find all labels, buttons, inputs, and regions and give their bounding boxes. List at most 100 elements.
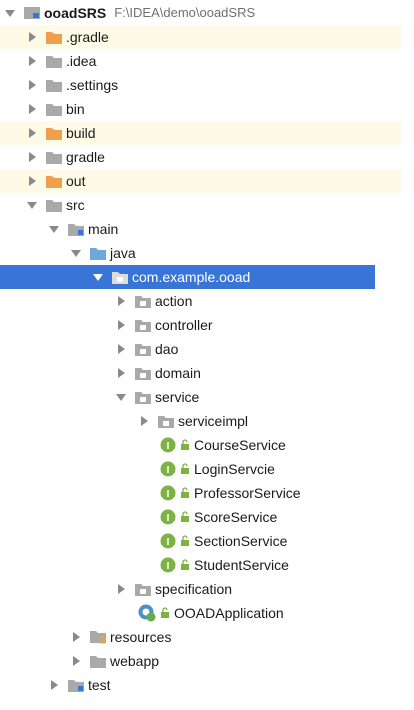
tree-item-label: LoginServcie: [194, 461, 275, 477]
lock-icon: [180, 559, 190, 571]
collapse-arrow-icon[interactable]: [26, 25, 38, 49]
tree-item-label: .idea: [66, 53, 97, 69]
tree-row-gradle-folder[interactable]: gradle: [0, 145, 105, 169]
lock-icon: [160, 607, 170, 619]
tree-item-label: ProfessorService: [194, 485, 301, 501]
tree-row-controller-pkg[interactable]: controller: [0, 313, 213, 337]
collapse-arrow-icon[interactable]: [26, 145, 38, 169]
tree-row-bin-dir[interactable]: bin: [0, 97, 85, 121]
tree-item-label: .gradle: [66, 29, 109, 45]
tree-item-label: serviceimpl: [178, 413, 249, 429]
tree-row-service-pkg[interactable]: service: [0, 385, 199, 409]
interface-icon: I: [160, 461, 176, 477]
tree-item-label: .settings: [66, 77, 119, 93]
tree-item-label: webapp: [110, 653, 160, 669]
expand-arrow-icon[interactable]: [92, 265, 104, 289]
svg-text:I: I: [167, 441, 170, 452]
collapse-arrow-icon[interactable]: [115, 337, 127, 361]
tree-row-idea-dir[interactable]: .idea: [0, 49, 96, 73]
tree-item-label: test: [88, 677, 111, 693]
collapse-arrow-icon[interactable]: [26, 73, 38, 97]
resources-folder-icon: [90, 630, 106, 644]
tree-item-label: service: [155, 389, 200, 405]
svg-text:I: I: [167, 513, 170, 524]
svg-text:I: I: [167, 561, 170, 572]
tree-row-interface[interactable]: I ProfessorService: [0, 481, 301, 505]
tree-row-domain-pkg[interactable]: domain: [0, 361, 201, 385]
package-icon: [112, 271, 128, 284]
expand-arrow-icon[interactable]: [26, 193, 38, 217]
tree-item-label: main: [88, 221, 119, 237]
package-icon: [135, 367, 151, 380]
expand-arrow-icon[interactable]: [70, 241, 82, 265]
svg-text:I: I: [167, 489, 170, 500]
tree-row-src-dir[interactable]: src: [0, 193, 85, 217]
folder-icon: [90, 655, 106, 668]
interface-icon: I: [160, 437, 176, 453]
collapse-arrow-icon[interactable]: [26, 49, 38, 73]
tree-row-interface[interactable]: I SectionService: [0, 529, 287, 553]
project-name: ooadSRS: [44, 5, 107, 21]
tree-row-test-dir[interactable]: test: [0, 673, 111, 697]
tree-row-gradle-dir[interactable]: .gradle: [0, 25, 401, 49]
interface-icon: I: [160, 485, 176, 501]
excluded-folder-icon: [46, 175, 62, 188]
tree-item-label: gradle: [66, 149, 105, 165]
package-icon: [135, 319, 151, 332]
collapse-arrow-icon[interactable]: [26, 97, 38, 121]
tree-row-main-dir[interactable]: main: [0, 217, 118, 241]
tree-row-interface[interactable]: I ScoreService: [0, 505, 277, 529]
svg-text:I: I: [167, 537, 170, 548]
tree-row-java-dir[interactable]: java: [0, 241, 136, 265]
tree-item-label: out: [66, 173, 86, 189]
tree-row-interface[interactable]: I StudentService: [0, 553, 289, 577]
svg-text:I: I: [167, 465, 170, 476]
tree-row-serviceimpl-pkg[interactable]: serviceimpl: [0, 409, 248, 433]
tree-row-app-class[interactable]: OOADApplication: [0, 601, 284, 625]
folder-icon: [46, 199, 62, 212]
source-folder-icon: [90, 247, 106, 260]
tree-row-specification-pkg[interactable]: specification: [0, 577, 232, 601]
collapse-arrow-icon[interactable]: [138, 409, 150, 433]
lock-icon: [180, 487, 190, 499]
collapse-arrow-icon[interactable]: [26, 169, 38, 193]
expand-arrow-icon[interactable]: [115, 385, 127, 409]
expand-arrow-icon[interactable]: [48, 217, 60, 241]
lock-icon: [180, 439, 190, 451]
collapse-arrow-icon[interactable]: [115, 361, 127, 385]
tree-item-label: build: [66, 125, 96, 141]
tree-row-out-dir[interactable]: out: [0, 169, 401, 193]
tree-row-interface[interactable]: I CourseService: [0, 433, 286, 457]
tree-row-dao-pkg[interactable]: dao: [0, 337, 178, 361]
tree-item-label: action: [155, 293, 193, 309]
collapse-arrow-icon[interactable]: [115, 313, 127, 337]
interface-icon: I: [160, 557, 176, 573]
collapse-arrow-icon[interactable]: [70, 625, 82, 649]
collapse-arrow-icon[interactable]: [115, 577, 127, 601]
tree-row-settings-dir[interactable]: .settings: [0, 73, 118, 97]
module-folder-icon: [68, 679, 84, 692]
tree-row-resources-dir[interactable]: resources: [0, 625, 171, 649]
tree-row-interface[interactable]: I LoginServcie: [0, 457, 275, 481]
tree-item-label: SectionService: [194, 533, 288, 549]
project-path: F:\IDEA\demo\ooadSRS: [114, 5, 256, 20]
tree-item-label: CourseService: [194, 437, 286, 453]
tree-item-label: resources: [110, 629, 172, 645]
collapse-arrow-icon[interactable]: [70, 649, 82, 673]
collapse-arrow-icon[interactable]: [48, 673, 60, 697]
expand-arrow-icon[interactable]: [4, 1, 16, 25]
tree-row-project-root[interactable]: ooadSRS F:\IDEA\demo\ooadSRS: [0, 1, 255, 25]
lock-icon: [180, 463, 190, 475]
spring-boot-class-icon: [138, 604, 156, 622]
collapse-arrow-icon[interactable]: [115, 289, 127, 313]
excluded-folder-icon: [46, 127, 62, 140]
tree-row-build-dir[interactable]: build: [0, 121, 401, 145]
collapse-arrow-icon[interactable]: [26, 121, 38, 145]
tree-row-action-pkg[interactable]: action: [0, 289, 192, 313]
package-icon: [158, 415, 174, 428]
tree-row-webapp-dir[interactable]: webapp: [0, 649, 159, 673]
lock-icon: [180, 511, 190, 523]
tree-item-label: controller: [155, 317, 213, 333]
tree-row-package-selected[interactable]: com.example.ooad: [0, 265, 375, 289]
folder-icon: [46, 151, 62, 164]
